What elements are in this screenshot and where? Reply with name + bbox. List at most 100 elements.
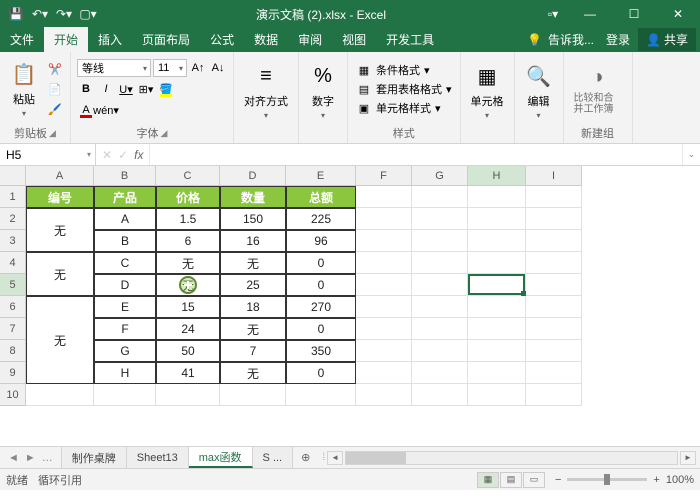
cell[interactable]: D — [94, 274, 156, 296]
row-header-8[interactable]: 8 — [0, 340, 26, 362]
cell-style-button[interactable]: ▣单元格样式 ▾ — [354, 99, 454, 117]
row-header-7[interactable]: 7 — [0, 318, 26, 340]
hscroll-track[interactable] — [345, 451, 678, 465]
col-header-F[interactable]: F — [356, 166, 412, 186]
cell[interactable] — [468, 296, 526, 318]
minimize-icon[interactable]: — — [568, 0, 612, 28]
col-header-E[interactable]: E — [286, 166, 356, 186]
sheet-nav-next-icon[interactable]: ► — [25, 452, 36, 464]
col-header-C[interactable]: C — [156, 166, 220, 186]
cell[interactable] — [156, 384, 220, 406]
cell[interactable]: 编号 — [26, 186, 94, 208]
conditional-format-button[interactable]: ▦条件格式 ▾ — [354, 61, 454, 79]
sheet-tab-1[interactable]: 制作桌牌 — [62, 447, 127, 468]
close-icon[interactable]: ✕ — [656, 0, 700, 28]
tab-layout[interactable]: 页面布局 — [132, 27, 200, 52]
select-all-corner[interactable] — [0, 166, 26, 186]
cell[interactable] — [526, 296, 582, 318]
row-header-9[interactable]: 9 — [0, 362, 26, 384]
cell[interactable] — [412, 296, 468, 318]
cell[interactable] — [412, 252, 468, 274]
editing-button[interactable]: 🔍 编辑 ▾ — [521, 61, 557, 122]
sheet-tab-2[interactable]: Sheet13 — [127, 447, 189, 468]
cell[interactable] — [26, 384, 94, 406]
share-button[interactable]: 👤共享 — [638, 28, 696, 51]
cell[interactable] — [468, 340, 526, 362]
cell[interactable]: E — [94, 296, 156, 318]
view-normal-icon[interactable]: ▦ — [477, 472, 499, 488]
col-header-D[interactable]: D — [220, 166, 286, 186]
cell[interactable] — [526, 362, 582, 384]
cell[interactable] — [356, 384, 412, 406]
col-header-H[interactable]: H — [468, 166, 526, 186]
tab-view[interactable]: 视图 — [332, 27, 376, 52]
cell[interactable]: 产品 — [94, 186, 156, 208]
font-size-select[interactable]: 11 — [153, 59, 187, 77]
grow-font-icon[interactable]: A↑ — [189, 59, 207, 77]
cell[interactable] — [356, 208, 412, 230]
tab-data[interactable]: 数据 — [244, 27, 288, 52]
cell[interactable] — [356, 252, 412, 274]
redo-icon[interactable]: ↷▾ — [54, 4, 74, 24]
cell[interactable] — [526, 384, 582, 406]
cell[interactable]: 无 — [220, 318, 286, 340]
tab-formula[interactable]: 公式 — [200, 27, 244, 52]
cell[interactable]: 0 — [286, 252, 356, 274]
cell[interactable] — [412, 208, 468, 230]
zoom-level[interactable]: 100% — [666, 474, 694, 486]
hscroll-right-icon[interactable]: ► — [680, 451, 696, 465]
save-icon[interactable]: 💾 — [6, 4, 26, 24]
cell[interactable] — [94, 384, 156, 406]
cell[interactable]: 无 — [220, 362, 286, 384]
row-header-10[interactable]: 10 — [0, 384, 26, 406]
zoom-slider[interactable] — [567, 478, 647, 481]
fill-color-icon[interactable]: 🪣 — [157, 80, 175, 98]
cell[interactable] — [356, 186, 412, 208]
tab-review[interactable]: 审阅 — [288, 27, 332, 52]
sheet-nav-prev-icon[interactable]: ◄ — [8, 452, 19, 464]
row-header-2[interactable]: 2 — [0, 208, 26, 230]
fx-icon[interactable]: fx — [134, 148, 143, 162]
tell-me[interactable]: 告诉我... — [544, 27, 598, 52]
italic-icon[interactable]: I — [97, 80, 115, 98]
cell[interactable]: C — [94, 252, 156, 274]
tab-dev[interactable]: 开发工具 — [376, 27, 444, 52]
row-header-4[interactable]: 4 — [0, 252, 26, 274]
shrink-font-icon[interactable]: A↓ — [209, 59, 227, 77]
tab-file[interactable]: 文件 — [0, 27, 44, 52]
copy-icon[interactable]: 📄 — [46, 80, 64, 98]
sheet-tab-3[interactable]: max函数 — [189, 447, 253, 468]
cell[interactable]: 24 — [156, 318, 220, 340]
cell[interactable] — [412, 318, 468, 340]
qat-custom-icon[interactable]: ▢▾ — [78, 4, 98, 24]
cell[interactable] — [286, 384, 356, 406]
cell[interactable]: 无 — [156, 252, 220, 274]
cell[interactable] — [468, 274, 526, 296]
alignment-button[interactable]: ≡ 对齐方式 ▾ — [240, 61, 292, 122]
bold-icon[interactable]: B — [77, 80, 95, 98]
cell[interactable] — [220, 384, 286, 406]
clipboard-launcher-icon[interactable]: ◢ — [49, 128, 56, 139]
new-sheet-icon[interactable]: ⊕ — [293, 447, 318, 468]
compare-merge-button[interactable]: ◑ 比较和合并工作簿 — [570, 61, 626, 117]
cell[interactable]: 1.5 — [156, 208, 220, 230]
cell[interactable] — [526, 340, 582, 362]
cell[interactable] — [526, 274, 582, 296]
cell[interactable] — [412, 340, 468, 362]
cell[interactable] — [468, 362, 526, 384]
cell[interactable] — [356, 274, 412, 296]
cell[interactable]: 225 — [286, 208, 356, 230]
cell[interactable]: 150 — [220, 208, 286, 230]
cell[interactable] — [356, 296, 412, 318]
cell[interactable] — [526, 186, 582, 208]
cell[interactable]: 270 — [286, 296, 356, 318]
col-header-A[interactable]: A — [26, 166, 94, 186]
format-painter-icon[interactable]: 🖌️ — [46, 100, 64, 118]
name-box[interactable]: H5 — [0, 144, 96, 165]
cell[interactable] — [412, 384, 468, 406]
cell[interactable]: 50 — [156, 340, 220, 362]
cell[interactable] — [356, 318, 412, 340]
view-layout-icon[interactable]: ▤ — [500, 472, 522, 488]
cell[interactable]: 16 — [220, 230, 286, 252]
enter-formula-icon[interactable]: ✓ — [118, 148, 128, 162]
